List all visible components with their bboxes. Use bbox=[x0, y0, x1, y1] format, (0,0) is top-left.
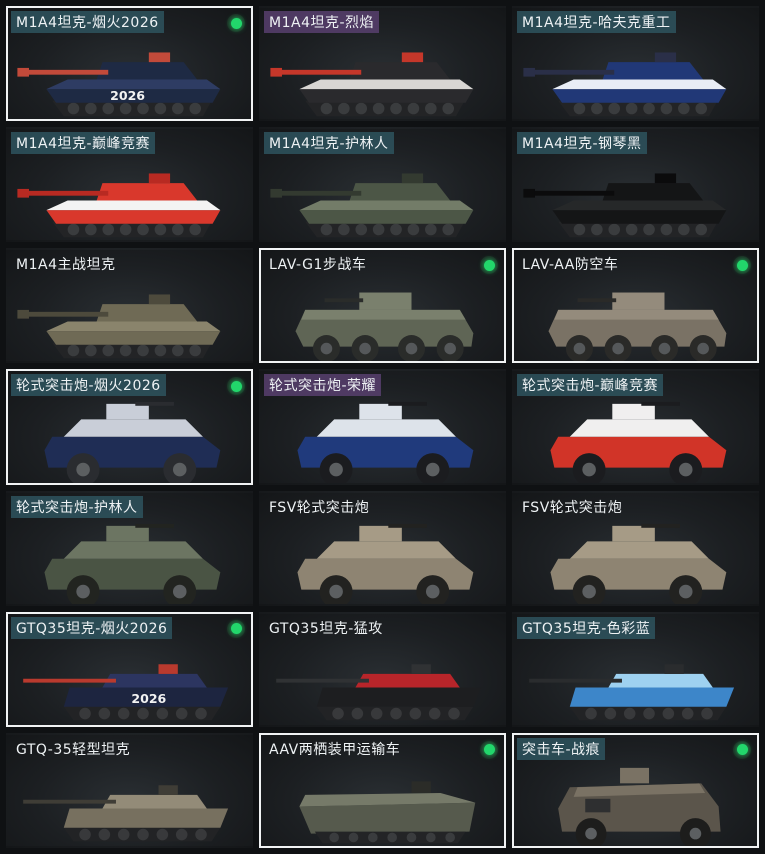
vehicle-skin-name: 突击车-战痕 bbox=[517, 737, 606, 760]
equipped-indicator-icon bbox=[480, 740, 498, 759]
vehicle-skin-name: M1A4坦克-烟火2026 bbox=[11, 11, 164, 33]
vehicle-skin-name: M1A4坦克-护林人 bbox=[264, 132, 394, 155]
vehicle-skin-card[interactable]: AAV两栖装甲运输车 bbox=[259, 732, 506, 848]
vehicle-skin-name: 轮式突击炮-护林人 bbox=[11, 495, 143, 518]
skin-badge-text: 2026 bbox=[131, 691, 166, 706]
vehicle-skin-name: M1A4坦克-钢琴黑 bbox=[517, 132, 647, 155]
vehicle-skin-name: FSV轮式突击炮 bbox=[269, 499, 370, 516]
vehicle-skin-card[interactable]: M1A4坦克-钢琴黑 bbox=[512, 127, 759, 243]
vehicle-skin-name: GTQ-35轻型坦克 bbox=[16, 741, 131, 758]
vehicle-skin-card[interactable]: M1A4坦克-巅峰竞赛 bbox=[6, 127, 253, 243]
vehicle-skin-name: LAV-AA防空车 bbox=[522, 257, 619, 274]
vehicle-skin-card[interactable]: GTQ-35轻型坦克 bbox=[6, 732, 253, 848]
vehicle-skin-card[interactable]: 轮式突击炮-烟火2026 bbox=[6, 369, 253, 485]
vehicle-skin-card[interactable]: GTQ35坦克-烟火2026 2026 bbox=[6, 611, 253, 727]
vehicle-skin-name: AAV两栖装甲运输车 bbox=[269, 741, 401, 758]
vehicle-skin-card[interactable]: 轮式突击炮-护林人 bbox=[6, 490, 253, 606]
vehicle-skin-name: M1A4坦克-烈焰 bbox=[264, 11, 380, 33]
vehicle-skin-card[interactable]: FSV轮式突击炮 bbox=[512, 490, 759, 606]
vehicle-skin-name: 轮式突击炮-烟火2026 bbox=[11, 374, 166, 397]
vehicle-skin-name: M1A4主战坦克 bbox=[16, 257, 116, 274]
vehicle-skin-card[interactable]: M1A4坦克-烈焰 bbox=[259, 6, 506, 122]
skin-badge-text: 2026 bbox=[110, 88, 145, 103]
vehicle-skin-name: GTQ35坦克-猛攻 bbox=[269, 620, 383, 637]
vehicle-skin-card[interactable]: M1A4坦克-哈夫克重工 bbox=[512, 6, 759, 122]
vehicle-skin-card[interactable]: FSV轮式突击炮 bbox=[259, 490, 506, 606]
vehicle-skin-card[interactable]: M1A4主战坦克 bbox=[6, 248, 253, 364]
vehicle-skin-name: GTQ35坦克-色彩蓝 bbox=[517, 616, 656, 639]
vehicle-skin-name: GTQ35坦克-烟火2026 bbox=[11, 616, 173, 639]
vehicle-skin-card[interactable]: M1A4坦克-护林人 bbox=[259, 127, 506, 243]
vehicle-skin-grid: M1A4坦克-烟火2026 2026 M1A4坦克-烈焰 M1A4坦克-哈夫克重工 M1… bbox=[0, 0, 765, 854]
vehicle-skin-name: FSV轮式突击炮 bbox=[522, 499, 623, 516]
vehicle-skin-name: M1A4坦克-巅峰竞赛 bbox=[11, 132, 156, 155]
vehicle-skin-card[interactable]: M1A4坦克-烟火2026 2026 bbox=[6, 6, 253, 122]
vehicle-skin-card[interactable]: LAV-G1步战车 bbox=[259, 248, 506, 364]
vehicle-skin-card[interactable]: GTQ35坦克-猛攻 bbox=[259, 611, 506, 727]
vehicle-skin-card[interactable]: 轮式突击炮-巅峰竞赛 bbox=[512, 369, 759, 485]
equipped-indicator-icon bbox=[733, 740, 751, 759]
vehicle-skin-card[interactable]: 突击车-战痕 bbox=[512, 732, 759, 848]
vehicle-skin-name: 轮式突击炮-荣耀 bbox=[264, 374, 382, 397]
vehicle-skin-card[interactable]: GTQ35坦克-色彩蓝 bbox=[512, 611, 759, 727]
vehicle-skin-card[interactable]: LAV-AA防空车 bbox=[512, 248, 759, 364]
equipped-indicator-icon bbox=[227, 619, 245, 638]
vehicle-skin-name: M1A4坦克-哈夫克重工 bbox=[517, 11, 676, 33]
vehicle-skin-card[interactable]: 轮式突击炮-荣耀 bbox=[259, 369, 506, 485]
vehicle-skin-name: 轮式突击炮-巅峰竞赛 bbox=[517, 374, 664, 397]
vehicle-skin-name: LAV-G1步战车 bbox=[269, 257, 367, 274]
equipped-indicator-icon bbox=[227, 14, 245, 32]
